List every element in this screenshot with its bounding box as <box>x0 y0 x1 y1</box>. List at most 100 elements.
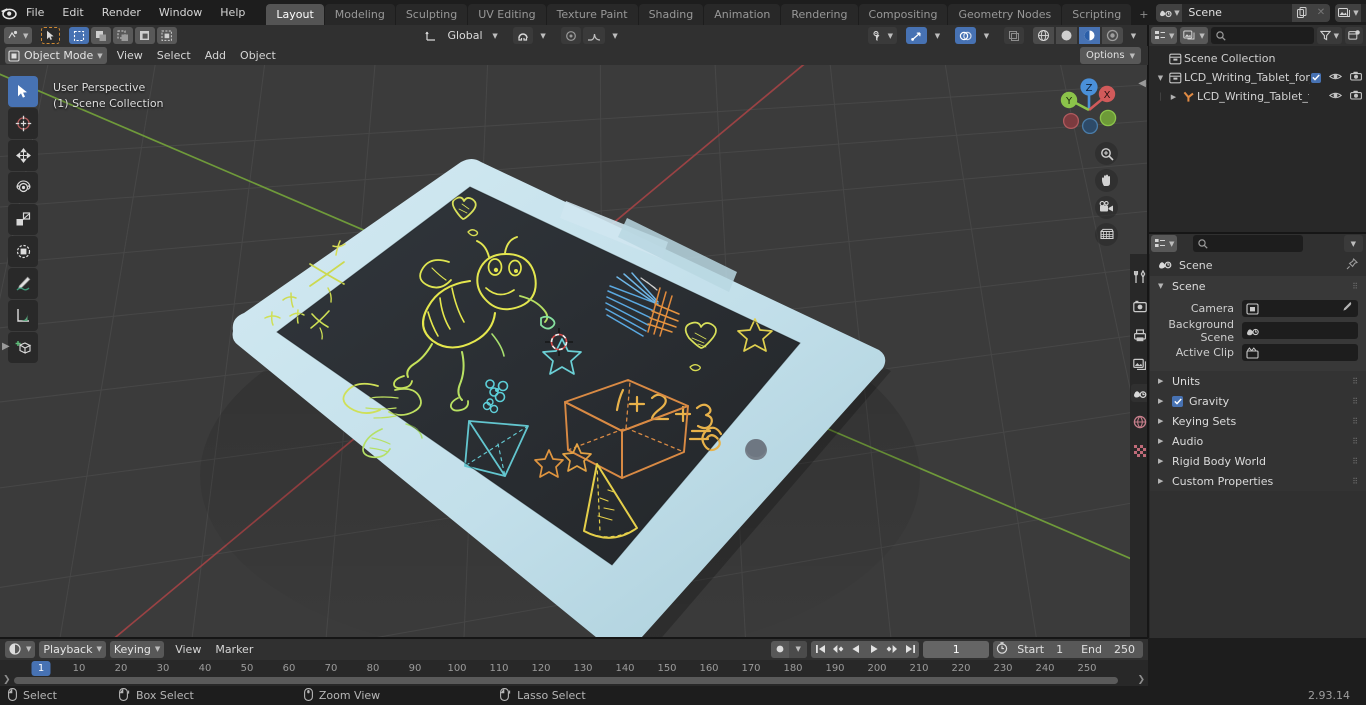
menu-file[interactable]: File <box>17 4 53 21</box>
outliner-tree[interactable]: Scene Collection ▼ LCD_Writing_Tablet_fo… <box>1148 46 1366 233</box>
new-scene-button[interactable] <box>1292 3 1312 22</box>
tweak-mode-button[interactable] <box>41 27 61 44</box>
snap-magnet-button[interactable] <box>512 27 533 44</box>
checkbox-enable[interactable] <box>1311 72 1321 83</box>
outliner-row-tablet-object[interactable]: │ ▶ LCD_Writing_Tablet_for_K <box>1148 87 1366 106</box>
outliner-search-input[interactable] <box>1210 27 1314 44</box>
transform-orientation-icon[interactable] <box>421 27 441 44</box>
viewport-sidebar-toggle[interactable]: ◀ <box>1138 78 1146 89</box>
object-mode-selector[interactable]: Object Mode ▼ <box>5 47 107 64</box>
add-workspace-button[interactable]: + <box>1132 4 1155 25</box>
select-invert-button[interactable] <box>135 27 156 44</box>
jump-to-start-button[interactable] <box>811 641 829 658</box>
drag-dots-icon[interactable]: ⠿ <box>1352 457 1359 465</box>
region-separator-vertical[interactable] <box>1147 25 1149 638</box>
proportional-edit-button[interactable] <box>560 27 581 44</box>
scene-name[interactable]: Scene <box>1182 4 1292 22</box>
timeline-scrollbar[interactable] <box>14 677 1118 684</box>
select-box-button[interactable] <box>69 27 90 44</box>
viewport-menu-view[interactable]: View <box>110 48 150 63</box>
drag-dots-icon[interactable]: ⠿ <box>1352 417 1359 425</box>
view-layer-selector[interactable]: ▼ View Layer ✕ <box>1335 3 1366 22</box>
hand-pan-icon[interactable] <box>1095 169 1118 192</box>
outliner-row-tablet-collection[interactable]: ▼ LCD_Writing_Tablet_for_Kids_ <box>1148 68 1366 87</box>
tab-sculpting[interactable]: Sculpting <box>395 4 468 25</box>
menu-help[interactable]: Help <box>211 4 254 21</box>
proportional-falloff-button[interactable] <box>582 27 605 44</box>
units-panel-header[interactable]: ▶ Units ⠿ <box>1150 371 1366 391</box>
show-overlays-button[interactable] <box>955 27 976 44</box>
viewport-menu-object[interactable]: Object <box>233 48 283 63</box>
timeline-editor-type-button[interactable]: ▼ <box>5 640 36 658</box>
select-subtract-button[interactable] <box>113 27 134 44</box>
shading-solid-button[interactable] <box>1056 27 1077 44</box>
cursor-tool[interactable] <box>8 108 38 139</box>
transform-orientation-value[interactable]: Global <box>443 29 486 42</box>
tab-geometry-nodes[interactable]: Geometry Nodes <box>948 4 1062 25</box>
select-extend-button[interactable] <box>91 27 112 44</box>
tab-uv-editing[interactable]: UV Editing <box>468 4 546 25</box>
audio-panel-header[interactable]: ▶ Audio ⠿ <box>1150 431 1366 451</box>
eye-icon[interactable] <box>1328 90 1343 103</box>
tweak-select-tool[interactable] <box>8 76 38 107</box>
keying-menu[interactable]: Keying ▼ <box>109 640 165 658</box>
scene-panel-header[interactable]: ▼ Scene ⠿ <box>1150 276 1366 296</box>
tab-layout[interactable]: Layout <box>266 4 324 25</box>
region-separator-timeline[interactable] <box>0 637 1148 639</box>
properties-search-input[interactable] <box>1193 235 1304 252</box>
visibility-filter-button[interactable]: ▼ <box>867 27 897 44</box>
ortho-persp-icon[interactable] <box>1095 223 1118 246</box>
xray-toggle-button[interactable] <box>1004 27 1024 44</box>
tab-animation[interactable]: Animation <box>704 4 781 25</box>
gravity-checkbox[interactable] <box>1172 395 1183 407</box>
drag-dots-icon[interactable]: ⠿ <box>1352 377 1359 385</box>
properties-editor-type-button[interactable]: ▼ <box>1151 235 1178 252</box>
camera-render-icon[interactable] <box>1350 90 1362 103</box>
transform-orientation-caret[interactable]: ▼ <box>487 27 504 44</box>
expand-triangle[interactable]: ▼ <box>1154 74 1167 82</box>
rotate-tool[interactable] <box>8 172 38 203</box>
timeline-menu-marker[interactable]: Marker <box>208 642 260 657</box>
timeline-menu-view[interactable]: View <box>168 642 208 657</box>
delete-scene-button[interactable]: ✕ <box>1311 3 1331 22</box>
jump-to-end-button[interactable] <box>901 641 919 658</box>
region-separator-horizontal[interactable] <box>1148 232 1366 234</box>
eye-icon[interactable] <box>1328 71 1343 84</box>
view-layer-name[interactable]: View Layer <box>1361 4 1366 22</box>
move-tool[interactable] <box>8 140 38 171</box>
custom-properties-panel-header[interactable]: ▶ Custom Properties ⠿ <box>1150 471 1366 491</box>
previous-keyframe-button[interactable] <box>829 641 847 658</box>
keying-sets-panel-header[interactable]: ▶ Keying Sets ⠿ <box>1150 411 1366 431</box>
play-button[interactable] <box>865 641 883 658</box>
end-frame-value[interactable]: 250 <box>1108 643 1143 656</box>
start-frame-value[interactable]: 1 <box>1050 643 1075 656</box>
shading-rendered-button[interactable] <box>1102 27 1123 44</box>
drag-dots-icon[interactable]: ⠿ <box>1352 477 1359 485</box>
record-auto-key-button[interactable] <box>771 641 789 658</box>
expand-triangle[interactable]: ▶ <box>1167 93 1180 101</box>
show-gizmo-button[interactable] <box>906 27 927 44</box>
menu-window[interactable]: Window <box>150 4 211 21</box>
snap-options-caret[interactable]: ▼ <box>535 27 552 44</box>
select-intersect-button[interactable] <box>157 27 178 44</box>
drag-dots-icon[interactable]: ⠿ <box>1352 437 1359 445</box>
rigid-body-world-panel-header[interactable]: ▶ Rigid Body World ⠿ <box>1150 451 1366 471</box>
timeline-scroll-right-icon[interactable]: ❯ <box>1137 675 1145 685</box>
next-keyframe-button[interactable] <box>883 641 901 658</box>
viewport-menu-add[interactable]: Add <box>198 48 233 63</box>
measure-tool[interactable] <box>8 300 38 331</box>
blender-logo-icon[interactable] <box>0 0 17 25</box>
tab-shading[interactable]: Shading <box>638 4 704 25</box>
camera-field[interactable] <box>1242 300 1358 317</box>
outliner-row-scene-collection[interactable]: Scene Collection <box>1148 49 1366 68</box>
drag-dots-icon[interactable]: ⠿ <box>1352 282 1359 290</box>
options-button[interactable]: Options ▼ <box>1080 47 1141 64</box>
auto-key-options-caret[interactable]: ▼ <box>789 640 808 658</box>
viewport-toolbar-toggle[interactable]: ▶ <box>2 341 10 352</box>
gravity-panel-header[interactable]: ▶ Gravity ⠿ <box>1150 391 1366 411</box>
pin-icon[interactable] <box>1346 257 1358 273</box>
properties-options-button[interactable]: ▼ <box>1343 235 1363 252</box>
current-frame-field[interactable]: 1 <box>923 640 990 658</box>
properties-panel[interactable]: Scene ▼ Scene ⠿ Camera Background Scene … <box>1150 254 1366 638</box>
tab-rendering[interactable]: Rendering <box>781 4 858 25</box>
